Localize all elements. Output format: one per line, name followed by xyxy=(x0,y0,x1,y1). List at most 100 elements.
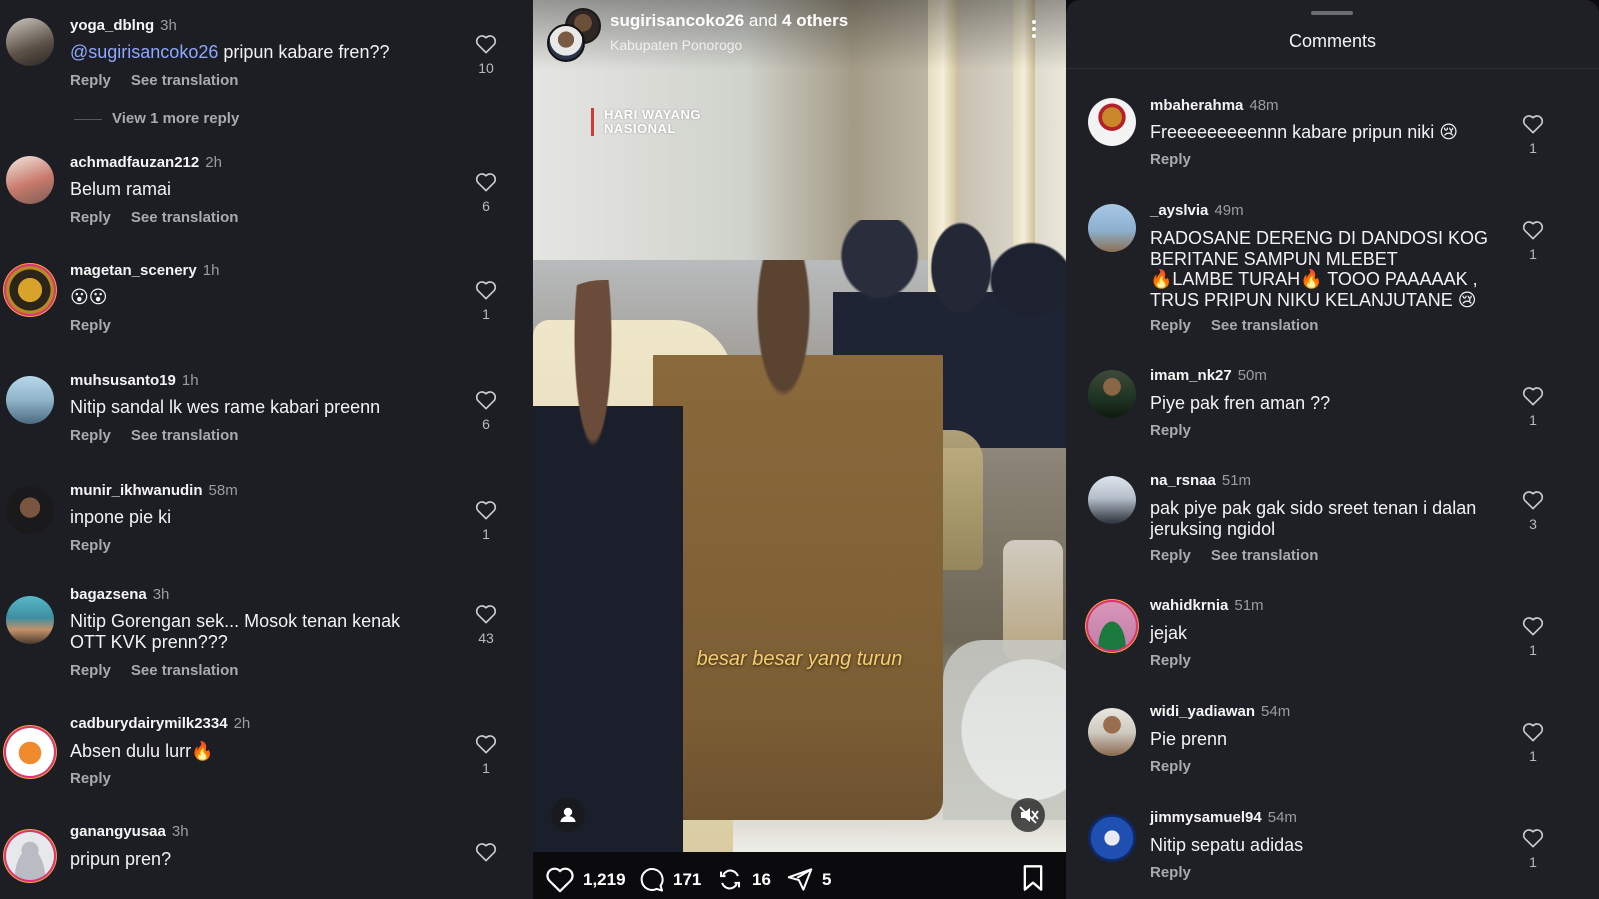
avatar[interactable] xyxy=(6,832,54,880)
like-button[interactable]: 1 xyxy=(471,500,501,542)
avatar[interactable] xyxy=(6,486,54,534)
comment-button[interactable]: 171 xyxy=(637,866,701,893)
comment-username[interactable]: imam_nk27 50m xyxy=(1150,367,1267,384)
like-count: 1 xyxy=(1529,748,1537,764)
comment-username[interactable]: muhsusanto19 1h xyxy=(70,372,199,389)
share-button[interactable]: 5 xyxy=(786,866,831,893)
heart-icon xyxy=(475,605,497,624)
see-translation-button[interactable]: See translation xyxy=(131,72,239,89)
left-comments-panel[interactable]: yoga_dblng 3h @sugirisancoko26 pripun kab… xyxy=(0,0,533,899)
see-translation-button[interactable]: See translation xyxy=(131,209,239,226)
comment-username[interactable]: bagazsena 3h xyxy=(70,586,169,603)
like-button[interactable]: 6 xyxy=(471,390,501,432)
repost-button[interactable]: 16 xyxy=(716,866,771,893)
avatar[interactable] xyxy=(1088,370,1136,418)
video-location[interactable]: Kabupaten Ponorogo xyxy=(610,37,742,53)
comment-username[interactable]: munir_ikhwanudin 58m xyxy=(70,482,238,499)
comment-username[interactable]: achmadfauzan212 2h xyxy=(70,154,222,171)
mute-button[interactable] xyxy=(1011,798,1045,832)
drag-handle[interactable] xyxy=(1311,11,1353,15)
comment-username[interactable]: na_rsnaa 51m xyxy=(1150,472,1251,489)
heart-icon xyxy=(1522,115,1544,134)
avatar[interactable] xyxy=(6,266,54,314)
view-more-replies[interactable]: View 1 more reply xyxy=(73,110,239,127)
comment-actions: Reply xyxy=(1150,652,1211,669)
reply-button[interactable]: Reply xyxy=(1150,151,1191,168)
like-button[interactable]: 1 xyxy=(1518,828,1548,870)
reply-button[interactable]: Reply xyxy=(1150,317,1191,334)
collab-avatars[interactable] xyxy=(547,8,603,62)
like-count: 1 xyxy=(482,760,490,776)
comment-username[interactable]: ganangyusaa 3h xyxy=(70,823,189,840)
heart-icon xyxy=(1522,221,1544,240)
comment-username[interactable]: widi_yadiawan 54m xyxy=(1150,703,1290,720)
avatar[interactable] xyxy=(1088,708,1136,756)
comment-username[interactable]: cadburydairymilk2334 2h xyxy=(70,715,250,732)
like-button[interactable]: 6 xyxy=(471,172,501,214)
avatar[interactable] xyxy=(6,18,54,66)
avatar[interactable] xyxy=(1088,602,1136,650)
reply-button[interactable]: Reply xyxy=(1150,758,1191,775)
like-button[interactable]: 1 xyxy=(1518,722,1548,764)
save-button[interactable] xyxy=(1021,864,1053,892)
reply-button[interactable]: Reply xyxy=(1150,652,1191,669)
reply-button[interactable]: Reply xyxy=(70,72,111,89)
comment-username[interactable]: yoga_dblng 3h xyxy=(70,17,177,34)
see-translation-button[interactable]: See translation xyxy=(131,662,239,679)
comment-username[interactable]: _ayslvia 49m xyxy=(1150,202,1244,219)
video-scene-official xyxy=(653,260,943,820)
comment-text: 😮😮 xyxy=(70,287,108,307)
like-button[interactable]: 1 xyxy=(1518,616,1548,658)
like-button[interactable]: 1 xyxy=(1518,220,1548,262)
reply-button[interactable]: Reply xyxy=(70,209,111,226)
see-translation-button[interactable]: See translation xyxy=(131,427,239,444)
avatar[interactable] xyxy=(1088,204,1136,252)
reel-video[interactable]: sugirisancoko26 and 4 others Kabupaten P… xyxy=(533,0,1066,852)
reply-button[interactable]: Reply xyxy=(1150,547,1191,564)
comment-item: jimmysamuel94 54m Nitip sepatu adidas Rep… xyxy=(1066,806,1599,899)
like-button[interactable]: 10 xyxy=(471,34,501,76)
video-author[interactable]: sugirisancoko26 and 4 others xyxy=(610,11,848,31)
mention-link[interactable]: @sugirisancoko26 xyxy=(70,42,218,62)
comments-sheet[interactable]: Comments mbaherahma 48m Freeeeeeeeennn ka… xyxy=(1066,0,1599,899)
comment-time: 50m xyxy=(1237,367,1267,384)
reply-button[interactable]: Reply xyxy=(1150,864,1191,881)
reply-button[interactable]: Reply xyxy=(1150,422,1191,439)
comment-time: 1h xyxy=(181,372,199,389)
comment-username[interactable]: mbaherahma 48m xyxy=(1150,97,1279,114)
comment-text: RADOSANE DERENG DI DANDOSI KOG BERITANE … xyxy=(1150,228,1489,310)
avatar[interactable] xyxy=(6,156,54,204)
video-overlay-title: HARI WAYANG NASIONAL xyxy=(591,108,701,136)
avatar[interactable] xyxy=(1088,814,1136,862)
like-button[interactable] xyxy=(471,842,501,862)
avatar[interactable] xyxy=(6,728,54,776)
see-translation-button[interactable]: See translation xyxy=(1211,317,1319,334)
avatar[interactable] xyxy=(6,596,54,644)
screen: yoga_dblng 3h @sugirisancoko26 pripun kab… xyxy=(0,0,1599,899)
avatar[interactable] xyxy=(1088,476,1136,524)
comment-actions: Reply See translation xyxy=(70,209,258,226)
like-button[interactable]: 1 xyxy=(1518,386,1548,428)
comment-username[interactable]: magetan_scenery 1h xyxy=(70,262,219,279)
like-button[interactable]: 1,219 xyxy=(545,866,626,893)
like-button[interactable]: 1 xyxy=(471,734,501,776)
reply-button[interactable]: Reply xyxy=(70,537,111,554)
tagged-people-button[interactable] xyxy=(551,798,585,832)
reply-button[interactable]: Reply xyxy=(70,770,111,787)
see-translation-button[interactable]: See translation xyxy=(1211,547,1319,564)
comment-username[interactable]: jimmysamuel94 54m xyxy=(1150,809,1297,826)
reply-button[interactable]: Reply xyxy=(70,662,111,679)
reply-button[interactable]: Reply xyxy=(70,427,111,444)
comment-actions: Reply See translation xyxy=(70,72,258,89)
reply-button[interactable]: Reply xyxy=(70,317,111,334)
comment-username[interactable]: wahidkrnia 51m xyxy=(1150,597,1264,614)
like-button[interactable]: 1 xyxy=(1518,114,1548,156)
avatar[interactable] xyxy=(6,376,54,424)
more-options-icon[interactable] xyxy=(1031,20,1037,44)
like-count: 1 xyxy=(1529,412,1537,428)
comment-item: ganangyusaa 3h pripun pren? xyxy=(0,820,533,899)
like-button[interactable]: 1 xyxy=(471,280,501,322)
like-button[interactable]: 43 xyxy=(471,604,501,646)
avatar[interactable] xyxy=(1088,98,1136,146)
like-button[interactable]: 3 xyxy=(1518,490,1548,532)
